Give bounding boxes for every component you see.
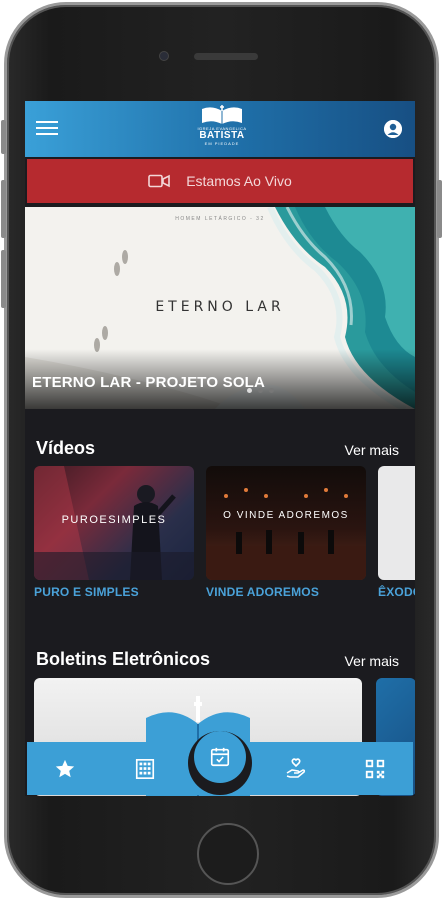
video-title: PURO E SIMPLES (34, 585, 139, 599)
carousel-dot[interactable] (258, 388, 263, 393)
bulletins-section-title: Boletins Eletrônicos (36, 649, 211, 669)
video-camera-icon (148, 174, 171, 188)
videos-see-more-link[interactable]: Ver mais (345, 442, 399, 458)
video-card[interactable]: PUROESIMPLES PURO E SIMPLES (34, 466, 194, 599)
carousel-dots (247, 388, 274, 393)
phone-volume-up (1, 180, 6, 238)
video-thumbnail-title: O VINDE ADOREMOS (223, 510, 349, 521)
phone-mute-switch (1, 120, 6, 154)
hero-image-title: ETERNO LAR (155, 299, 285, 315)
top-app-bar: IGREJA EVANGELICA BATISTA EM PIEDADE (25, 101, 415, 157)
phone-speaker (194, 53, 258, 60)
logo-text-bottom: EM PIEDADE (204, 141, 240, 146)
open-book-logo-icon (200, 105, 244, 125)
video-card[interactable]: ÊXODO (378, 466, 415, 599)
home-button[interactable] (197, 823, 259, 885)
carousel-dot[interactable] (269, 388, 274, 393)
video-title: VINDE ADOREMOS (206, 585, 320, 599)
menu-icon[interactable] (36, 121, 58, 136)
building-icon[interactable] (132, 756, 158, 782)
video-card[interactable]: O VINDE ADOREMOS VINDE ADOREMOS (206, 466, 366, 599)
hero-caption: ETERNO LAR - PROJETO SOLA (32, 374, 266, 391)
videos-section-title: Vídeos (36, 438, 96, 458)
carousel-dot[interactable] (247, 388, 252, 393)
qr-code-icon[interactable] (362, 756, 388, 782)
bulletins-see-more-link[interactable]: Ver mais (345, 653, 399, 669)
live-stream-button[interactable]: Estamos Ao Vivo (27, 159, 413, 203)
app-screen: IGREJA EVANGELICA BATISTA EM PIEDADE Est… (25, 101, 415, 796)
calendar-button[interactable] (194, 731, 246, 783)
calendar-icon (210, 747, 230, 767)
account-icon[interactable] (384, 120, 402, 138)
church-logo: IGREJA EVANGELICA BATISTA EM PIEDADE (195, 105, 249, 153)
video-thumbnail (378, 466, 415, 580)
phone-volume-down (1, 250, 6, 308)
star-icon[interactable] (52, 756, 78, 782)
phone-camera (159, 51, 169, 61)
logo-text-main: BATISTA (199, 130, 245, 141)
video-thumbnail: O VINDE ADOREMOS (206, 466, 366, 580)
video-thumbnail: PUROESIMPLES (34, 466, 194, 580)
phone-power-button (437, 180, 442, 238)
hero-image-subtitle: HOMEM LETÁRGICO - 32 (175, 216, 265, 222)
video-thumbnail-title: PUROESIMPLES (61, 514, 167, 526)
live-label: Estamos Ao Vivo (186, 173, 292, 189)
video-title: ÊXODO (378, 585, 415, 599)
charity-hand-icon[interactable] (283, 756, 309, 782)
